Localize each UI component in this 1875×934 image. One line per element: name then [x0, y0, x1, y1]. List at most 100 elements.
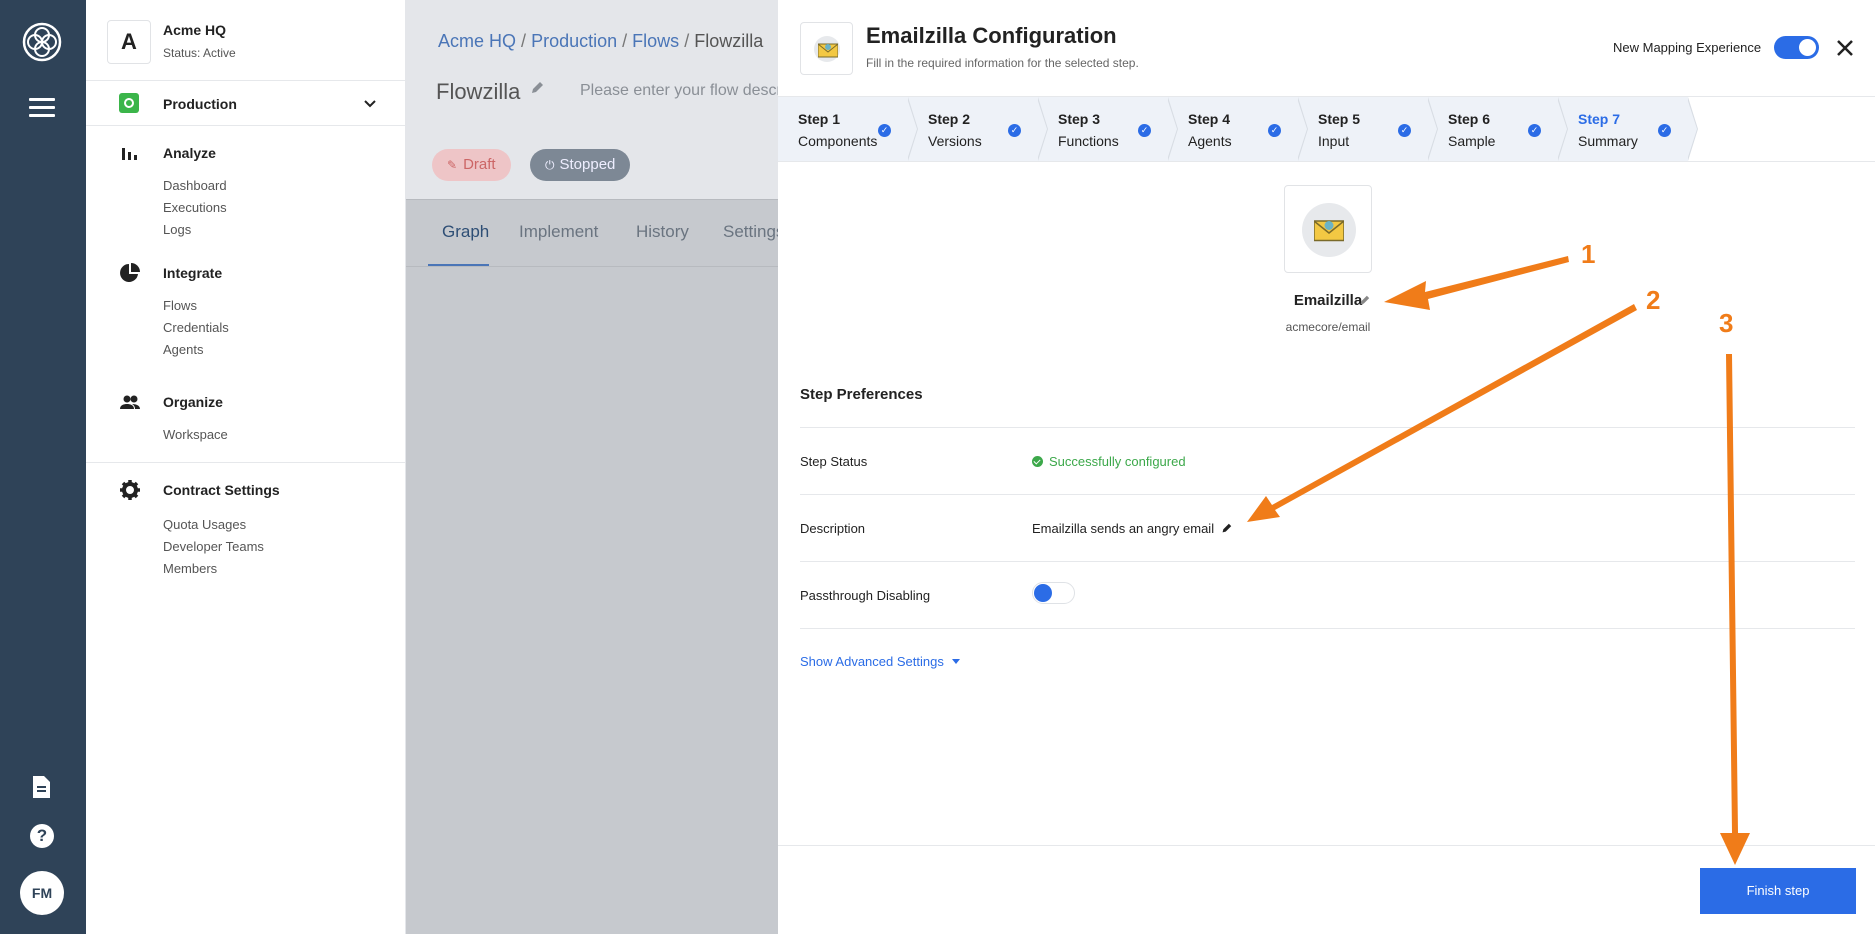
check-icon: ✓	[1008, 124, 1021, 137]
tab-settings[interactable]: Settings	[723, 222, 778, 242]
tenant-name: Acme HQ	[163, 22, 227, 38]
logo-icon[interactable]	[20, 20, 64, 64]
wizard-step-1[interactable]: Step 1 Components ✓	[778, 97, 918, 161]
sidebar-item-credentials[interactable]: Credentials	[163, 317, 229, 339]
passthrough-toggle[interactable]	[1032, 582, 1075, 604]
step-number: Step 3	[1058, 111, 1101, 127]
step-wizard: Step 1 Components ✓ Step 2 Versions ✓ St…	[778, 96, 1875, 162]
configuration-panel: Emailzilla Configuration Fill in the req…	[778, 0, 1875, 934]
wizard-step-6[interactable]: Step 6 Sample ✓	[1428, 97, 1568, 161]
breadcrumb-separator: /	[622, 31, 628, 51]
wizard-step-3[interactable]: Step 3 Functions ✓	[1038, 97, 1178, 161]
bar-chart-icon	[122, 148, 137, 160]
user-avatar[interactable]: FM	[20, 871, 64, 915]
tenant-switcher[interactable]: A Acme HQ Status: Active	[86, 0, 405, 81]
description-label: Description	[800, 521, 866, 536]
tenant-avatar: A	[107, 20, 151, 64]
step-name: Components	[798, 133, 878, 149]
step-status-label: Step Status	[800, 454, 868, 469]
gear-icon	[120, 480, 140, 500]
workspace-selector[interactable]: Production	[86, 81, 405, 126]
step-number: Step 1	[798, 111, 841, 127]
show-advanced-settings-link[interactable]: Show Advanced Settings	[800, 654, 960, 669]
sidebar-item-logs[interactable]: Logs	[163, 219, 227, 241]
section-title-analyze[interactable]: Analyze	[163, 145, 216, 161]
annotation-number-3: 3	[1719, 308, 1734, 338]
step-divider	[907, 97, 918, 161]
mapping-experience-label: New Mapping Experience	[1613, 40, 1762, 55]
tab-graph[interactable]: Graph	[442, 222, 489, 242]
row-step-status: Step Status Successfully configured	[800, 427, 1855, 494]
power-icon: ⏻	[545, 158, 555, 172]
step-divider	[1687, 97, 1698, 161]
people-icon	[120, 395, 140, 409]
breadcrumb: Acme HQ / Production / Flows / Flowzilla	[438, 31, 763, 52]
tenant-status: Status: Active	[163, 46, 236, 60]
step-number: Step 4	[1188, 111, 1231, 127]
section-title-integrate[interactable]: Integrate	[163, 265, 222, 281]
breadcrumb-tenant[interactable]: Acme HQ	[438, 31, 516, 51]
step-status-value: Successfully configured	[1032, 454, 1186, 469]
close-icon[interactable]	[1835, 38, 1855, 58]
section-title-contract-settings[interactable]: Contract Settings	[163, 482, 280, 498]
sidebar-item-developer-teams[interactable]: Developer Teams	[163, 536, 264, 558]
row-passthrough: Passthrough Disabling	[800, 561, 1855, 628]
pie-chart-icon	[120, 263, 140, 282]
stopped-badge[interactable]: ⏻ Stopped	[530, 149, 631, 181]
flow-description-input[interactable]: Please enter your flow descr	[580, 82, 778, 100]
sidebar-item-workspace[interactable]: Workspace	[163, 424, 228, 446]
sidebar-item-dashboard[interactable]: Dashboard	[163, 175, 227, 197]
row-description: Description Emailzilla sends an angry em…	[800, 494, 1855, 561]
check-icon: ✓	[1658, 124, 1671, 137]
sidebar-item-members[interactable]: Members	[163, 558, 264, 580]
step-divider	[1427, 97, 1438, 161]
document-icon[interactable]	[30, 775, 52, 799]
finish-step-button[interactable]: Finish step	[1700, 868, 1856, 914]
description-text: Emailzilla sends an angry email	[1032, 521, 1215, 536]
wizard-step-7[interactable]: Step 7 Summary ✓	[1558, 97, 1698, 161]
step-divider	[1167, 97, 1178, 161]
tab-history[interactable]: History	[636, 222, 689, 242]
envelope-icon	[1314, 220, 1344, 242]
check-icon: ✓	[1268, 124, 1281, 137]
section-integrate: Integrate Flows Credentials Agents	[86, 258, 405, 375]
panel-title: Emailzilla Configuration	[866, 23, 1117, 48]
sidebar-item-flows[interactable]: Flows	[163, 295, 229, 317]
flow-tabs: Graph Implement History Settings	[406, 199, 778, 267]
stopped-label: Stopped	[559, 156, 616, 173]
tab-implement[interactable]: Implement	[519, 222, 598, 242]
chevron-down-icon	[364, 100, 376, 108]
sidebar-item-executions[interactable]: Executions	[163, 197, 227, 219]
wizard-step-4[interactable]: Step 4 Agents ✓	[1168, 97, 1308, 161]
description-value: Emailzilla sends an angry email	[1032, 521, 1232, 536]
sidebar-item-agents[interactable]: Agents	[163, 339, 229, 361]
row-divider	[800, 628, 1855, 629]
breadcrumb-workspace[interactable]: Production	[531, 31, 617, 51]
hamburger-menu-icon[interactable]	[29, 98, 55, 118]
breadcrumb-separator: /	[521, 31, 527, 51]
wizard-step-2[interactable]: Step 2 Versions ✓	[908, 97, 1048, 161]
pencil-icon[interactable]	[1359, 295, 1370, 306]
draft-badge[interactable]: ✎ Draft	[432, 149, 511, 181]
step-name: Summary	[1578, 133, 1638, 149]
pencil-icon[interactable]	[1221, 523, 1232, 534]
step-name: Versions	[928, 133, 982, 149]
sidebar-item-quota-usages[interactable]: Quota Usages	[163, 514, 264, 536]
envelope-icon	[818, 43, 838, 58]
breadcrumb-flows[interactable]: Flows	[632, 31, 679, 51]
breadcrumb-separator: /	[684, 31, 690, 51]
step-divider	[1297, 97, 1308, 161]
flow-title: Flowzilla	[436, 79, 544, 105]
check-icon: ✓	[1528, 124, 1541, 137]
pencil-icon[interactable]	[530, 81, 544, 95]
mapping-experience-toggle[interactable]	[1774, 36, 1819, 59]
section-title-organize[interactable]: Organize	[163, 394, 223, 410]
step-number: Step 5	[1318, 111, 1361, 127]
wizard-step-5[interactable]: Step 5 Input ✓	[1298, 97, 1438, 161]
caret-down-icon	[951, 659, 960, 664]
section-analyze: Analyze Dashboard Executions Logs	[86, 138, 405, 246]
annotation-number-1: 1	[1581, 239, 1596, 269]
help-icon[interactable]: ?	[30, 824, 54, 848]
workspace-icon	[119, 93, 139, 113]
passthrough-label: Passthrough Disabling	[800, 588, 931, 603]
